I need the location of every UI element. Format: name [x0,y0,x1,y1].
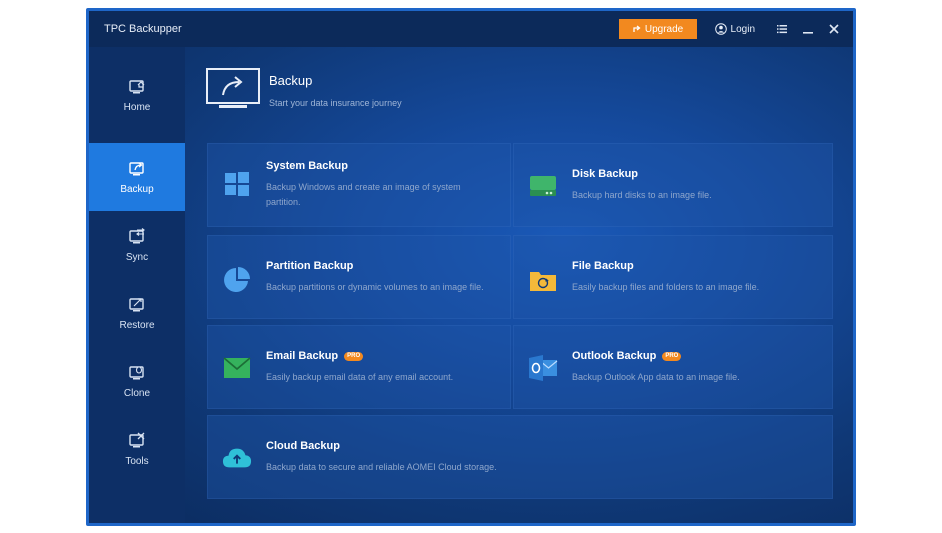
sidebar-item-sync[interactable]: Sync [89,211,185,279]
user-icon [714,23,727,35]
card-description: Easily backup files and folders to an im… [572,282,760,292]
card-file-backup[interactable]: File Backup Easily backup files and fold… [513,235,833,319]
menu-icon[interactable] [773,20,791,38]
card-disk-backup[interactable]: Disk Backup Backup hard disks to an imag… [513,143,833,227]
restore-icon [129,298,144,312]
card-system-backup[interactable]: System Backup Backup Windows and create … [207,143,511,227]
home-icon [129,80,145,94]
card-description: Easily backup email data of any email ac… [266,372,454,382]
app-window: TPC Backupper Upgrade Login Home Backup … [86,8,856,526]
minimize-icon[interactable] [799,20,817,38]
sidebar-item-tools[interactable]: Tools [89,415,185,483]
card-description: Backup data to secure and reliable AOMEI… [266,462,497,472]
login-label: Login [730,23,755,35]
card-title: Outlook Backup PRO [572,350,682,362]
card-cloud-backup[interactable]: Cloud Backup Backup data to secure and r… [207,415,833,499]
title-bar[interactable]: TPC Backupper Upgrade Login [89,11,853,47]
folder-icon [528,265,558,295]
page-title: Backup [269,73,313,88]
pro-badge: PRO [662,351,682,361]
sidebar-item-backup[interactable]: Backup [89,143,185,211]
card-title: Disk Backup [572,168,639,180]
sidebar-item-label: Backup [120,184,154,195]
window-content: TPC Backupper Upgrade Login Home Backup … [89,11,853,523]
card-partition-backup[interactable]: Partition Backup Backup partitions or dy… [207,235,511,319]
upgrade-arrow-icon [633,25,641,32]
login-button[interactable]: Login [714,23,755,35]
pro-badge: PRO [344,351,364,361]
backup-icon [129,162,144,176]
sidebar-item-label: Restore [119,320,155,331]
sidebar-item-clone[interactable]: Clone [89,347,185,415]
sidebar-item-home[interactable]: Home [89,61,185,129]
card-description: Backup partitions or dynamic volumes to … [266,282,484,292]
card-title: File Backup [572,260,634,272]
sidebar: Home Backup Sync Restore Clone Tools [89,47,185,523]
page-subtitle: Start your data insurance journey [269,98,402,108]
cloud-upload-icon [222,443,252,473]
windows-icon [222,169,252,199]
card-description: Backup Windows and create an image of sy… [266,182,461,207]
card-title: Partition Backup [266,260,354,272]
card-description: Backup Outlook App data to an image file… [572,372,740,382]
sidebar-item-label: Sync [125,252,149,263]
sidebar-item-label: Home [123,102,151,113]
card-title: Cloud Backup [266,440,340,452]
upgrade-label: Upgrade [644,23,684,35]
card-outlook-backup[interactable]: Outlook Backup PRO Backup Outlook App da… [513,325,833,409]
clone-icon [129,366,144,380]
pie-chart-icon [222,265,252,295]
outlook-icon [528,353,558,383]
card-title: System Backup [266,160,348,172]
card-description: Backup hard disks to an image file. [572,190,712,200]
card-title: Email Backup PRO [266,350,364,362]
close-icon[interactable] [825,20,843,38]
disk-icon [528,171,558,201]
card-email-backup[interactable]: Email Backup PRO Easily backup email dat… [207,325,511,409]
tools-icon [129,432,145,448]
sync-icon [129,228,145,244]
upgrade-button[interactable]: Upgrade [618,19,697,39]
sidebar-item-label: Clone [123,388,151,399]
sidebar-item-label: Tools [125,456,149,467]
backup-monitor-icon [206,68,260,108]
sidebar-item-restore[interactable]: Restore [89,279,185,347]
envelope-icon [222,353,252,383]
app-title: TPC Backupper [104,23,182,35]
